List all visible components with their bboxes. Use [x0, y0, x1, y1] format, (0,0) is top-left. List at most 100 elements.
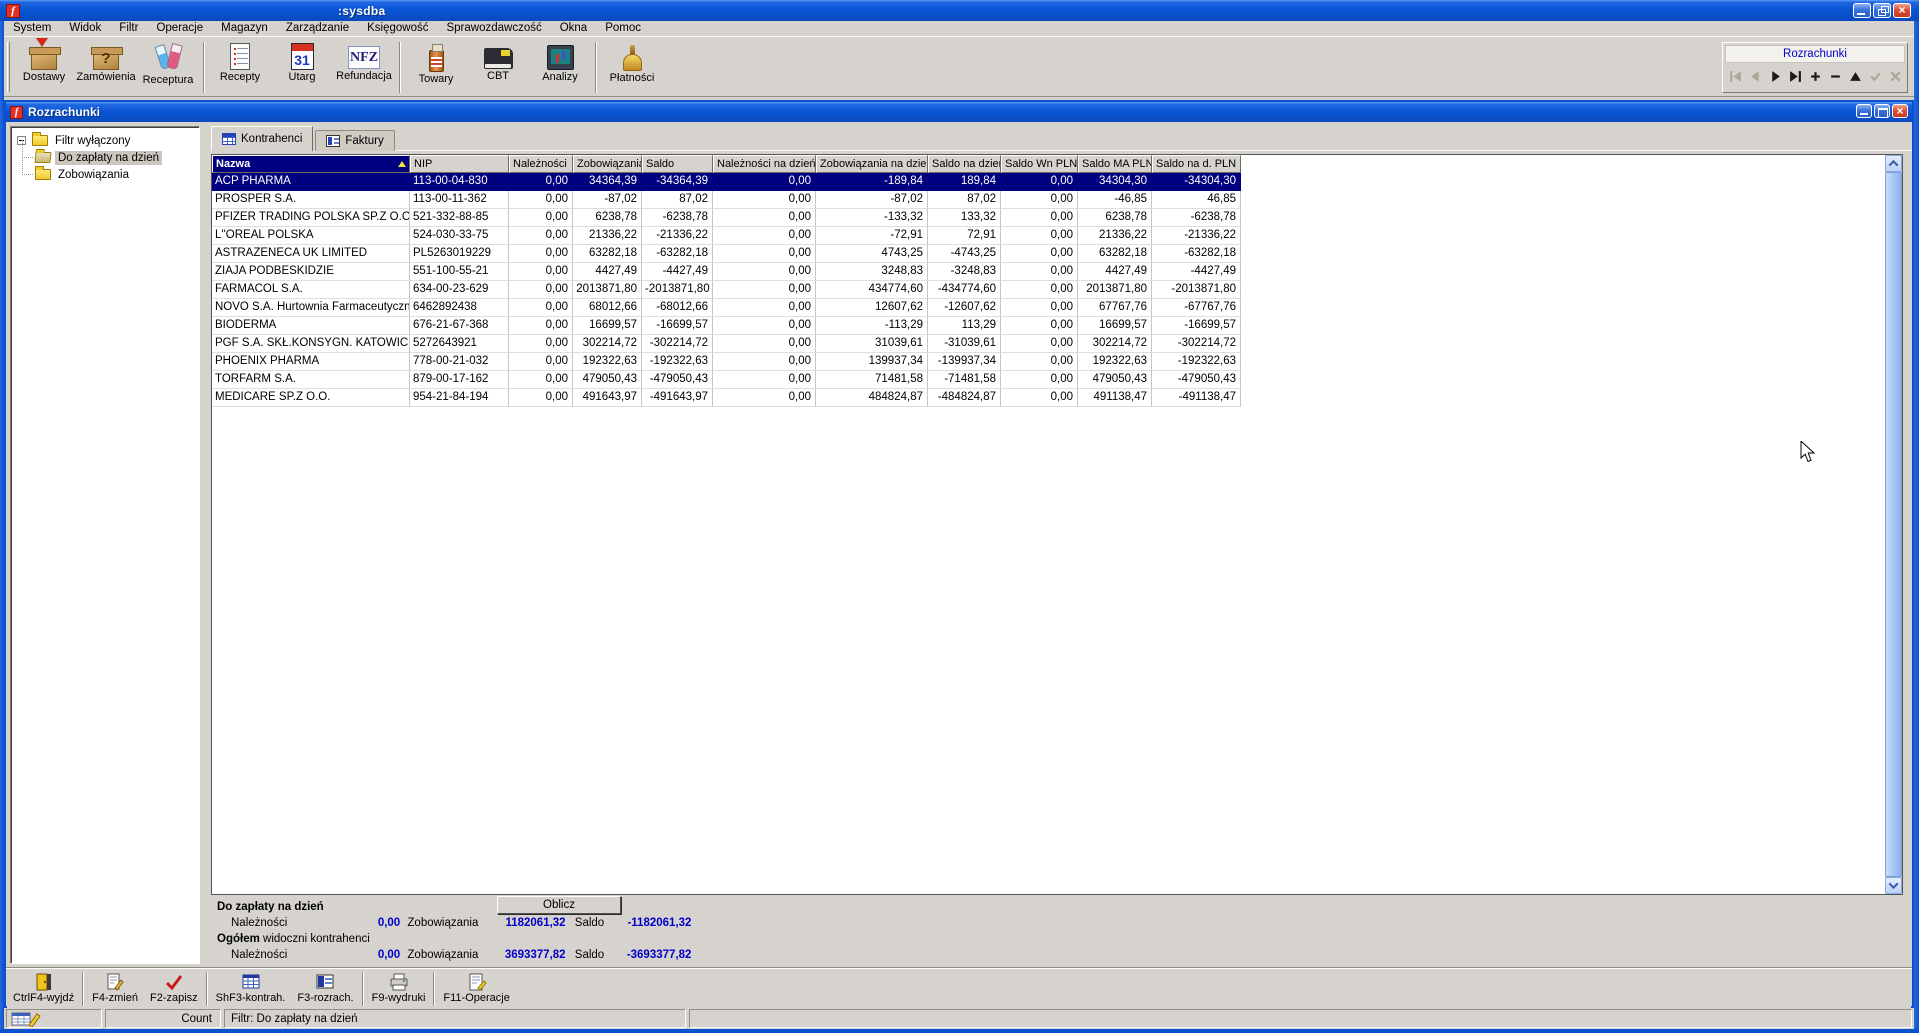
table-row[interactable]: FARMACOL S.A. 634-00-23-629 0,00 2013871… — [212, 281, 1902, 299]
grid-header: Nazwa NIP Należności Zobowiązania Saldo … — [212, 155, 1902, 173]
menu-item[interactable]: Sprawozdawczość — [437, 21, 550, 36]
column-header-nip[interactable]: NIP — [410, 155, 509, 173]
minimize-button[interactable] — [1853, 3, 1871, 18]
column-header-zobowiazania[interactable]: Zobowiązania — [573, 155, 642, 173]
column-header-naleznosci-na-dzien[interactable]: Należności na dzień — [713, 155, 816, 173]
toolbar-button[interactable]: CBT — [467, 39, 529, 96]
toolbar-button[interactable]: Towary — [405, 39, 467, 96]
toolbar-button-icon — [230, 43, 250, 70]
child-titlebar[interactable]: Rozrachunki — [6, 102, 1912, 122]
toolbar-grip[interactable] — [7, 42, 10, 92]
operations-button[interactable]: F11-Operacje — [437, 970, 515, 1008]
menu-item[interactable]: Księgowość — [358, 21, 437, 36]
printouts-button[interactable]: F9-wydruki — [366, 970, 432, 1008]
save-button[interactable]: F2-zapisz — [144, 970, 204, 1008]
toolbar-button[interactable]: Płatności — [601, 39, 663, 96]
restore-button[interactable] — [1873, 3, 1891, 18]
nav-delete-button[interactable] — [1825, 65, 1845, 88]
table-row[interactable]: ZIAJA PODBESKIDZIE 551-100-55-21 0,00 44… — [212, 263, 1902, 281]
table-row[interactable]: ACP PHARMA 113-00-04-830 0,00 34364,39 -… — [212, 173, 1902, 191]
menu-item[interactable]: System — [4, 21, 60, 36]
printer-icon — [389, 972, 409, 992]
exit-button[interactable]: CtrlF4-wyjdź — [7, 970, 80, 1008]
table-row[interactable]: TORFARM S.A. 879-00-17-162 0,00 479050,4… — [212, 371, 1902, 389]
rozrachunki-button[interactable]: F3-rozrach. — [291, 970, 359, 1008]
summary-title: Do zapłaty na dzień — [217, 901, 324, 913]
separator — [82, 972, 84, 1006]
summary-total-line: Należności 0,00 Zobowiązania 3693377,82 … — [217, 949, 697, 961]
column-header-naleznosci[interactable]: Należności — [509, 155, 573, 173]
nav-last-button[interactable] — [1785, 65, 1805, 88]
tab-strip: Kontrahenci Faktury — [211, 125, 397, 151]
table-row[interactable]: PFIZER TRADING POLSKA SP.Z O.O. 521-332-… — [212, 209, 1902, 227]
main-titlebar[interactable]: :sysdba — [0, 0, 1919, 21]
nav-edit-button[interactable] — [1845, 65, 1865, 88]
change-button[interactable]: F4-zmień — [86, 970, 144, 1008]
menu-item[interactable]: Pomoc — [596, 21, 650, 36]
status-spacer — [689, 1009, 1912, 1028]
table-row[interactable]: L''OREAL POLSKA 524-030-33-75 0,00 21336… — [212, 227, 1902, 245]
table-row[interactable]: ASTRAZENECA UK LIMITED PL5263019229 0,00… — [212, 245, 1902, 263]
child-minimize-button[interactable] — [1856, 104, 1872, 118]
red-check-icon — [164, 972, 184, 992]
table-row[interactable]: PHOENIX PHARMA 778-00-21-032 0,00 192322… — [212, 353, 1902, 371]
vertical-scrollbar[interactable] — [1885, 155, 1902, 894]
column-header-saldo-ma-pln[interactable]: Saldo MA PLN — [1078, 155, 1152, 173]
table-row[interactable]: MEDICARE SP.Z O.O. 954-21-84-194 0,00 49… — [212, 389, 1902, 407]
tab-faktury[interactable]: Faktury — [315, 130, 394, 151]
oblicz-button[interactable]: Oblicz — [497, 896, 621, 914]
toolbar-button[interactable]: Utarg — [271, 39, 333, 96]
toolbar-button[interactable]: Zamówienia — [75, 39, 137, 96]
table-row[interactable]: PGF S.A. SKŁ.KONSYGN. KATOWICE 527264392… — [212, 335, 1902, 353]
nav-next-button[interactable] — [1765, 65, 1785, 88]
app-icon — [6, 4, 20, 18]
tree-item-zobowiazania[interactable]: Zobowiązania — [33, 166, 199, 183]
table-row[interactable]: NOVO S.A. Hurtownia Farmaceutyczna 64628… — [212, 299, 1902, 317]
toolbar-button-icon — [151, 41, 185, 73]
menu-item[interactable]: Operacje — [147, 21, 212, 36]
column-header-nazwa[interactable]: Nazwa — [212, 155, 410, 173]
child-close-button[interactable] — [1892, 104, 1908, 118]
nav-first-button[interactable] — [1725, 65, 1745, 88]
column-header-saldo-wn-pln[interactable]: Saldo Wn PLN — [1001, 155, 1078, 173]
column-header-saldo[interactable]: Saldo — [642, 155, 713, 173]
scroll-up-button[interactable] — [1885, 155, 1902, 172]
menu-item[interactable]: Zarządzanie — [277, 21, 358, 36]
nav-insert-button[interactable] — [1805, 65, 1825, 88]
menu-item[interactable]: Filtr — [110, 21, 147, 36]
toolbar-button-icon — [93, 52, 119, 70]
kontrahenci-button[interactable]: ShF3-kontrah. — [210, 970, 292, 1008]
toolbar-separator — [595, 42, 597, 93]
column-header-saldo-na-dzien[interactable]: Saldo na dzień — [928, 155, 1001, 173]
close-button[interactable] — [1893, 3, 1911, 18]
toolbar-button-icon — [547, 45, 574, 70]
tab-kontrahenci[interactable]: Kontrahenci — [211, 126, 313, 151]
toolbar-button[interactable]: Recepty — [209, 39, 271, 96]
form-window-icon — [315, 972, 335, 992]
toolbar-button-icon — [348, 46, 380, 69]
nav-cancel-button[interactable] — [1885, 65, 1905, 88]
scroll-down-button[interactable] — [1885, 877, 1902, 894]
navigator-title: Rozrachunki — [1725, 45, 1905, 63]
scrollbar-thumb[interactable] — [1885, 172, 1902, 877]
toolbar-button[interactable]: Receptura — [137, 39, 199, 96]
nav-post-button[interactable] — [1865, 65, 1885, 88]
tree-root-item[interactable]: Filtr wyłączony — [17, 132, 199, 149]
toolbar: Dostawy Zamówienia Receptura — [4, 36, 1914, 97]
table-row[interactable]: BIODERMA 676-21-67-368 0,00 16699,57 -16… — [212, 317, 1902, 335]
nav-prior-button[interactable] — [1745, 65, 1765, 88]
summary-panel: Do zapłaty na dzień Oblicz Należności 0,… — [207, 899, 1912, 967]
toolbar-button[interactable]: Dostawy — [13, 39, 75, 96]
toolbar-button[interactable]: Analizy — [529, 39, 591, 96]
menu-item[interactable]: Magazyn — [212, 21, 277, 36]
table-row[interactable]: PROSPER S.A. 113-00-11-362 0,00 -87,02 8… — [212, 191, 1902, 209]
column-header-zobowiazania-na-dzien[interactable]: Zobowiązania na dzień — [816, 155, 928, 173]
toolbar-button[interactable]: Refundacja — [333, 39, 395, 96]
toolbar-button-icon — [291, 43, 314, 70]
column-header-saldo-na-d-pln[interactable]: Saldo na d. PLN — [1152, 155, 1241, 173]
menu-item[interactable]: Widok — [60, 21, 110, 36]
menubar: SystemWidokFiltrOperacjeMagazynZarządzan… — [4, 21, 1914, 36]
menu-item[interactable]: Okna — [551, 21, 597, 36]
tree-item-do-zaplaty[interactable]: Do zapłaty na dzień — [33, 149, 199, 166]
child-maximize-button[interactable] — [1874, 104, 1890, 118]
